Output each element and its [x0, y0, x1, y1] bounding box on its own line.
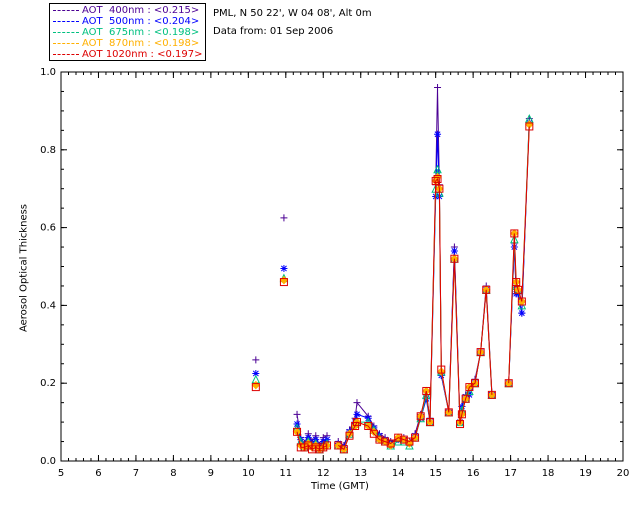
x-axis-title: Time (GMT) [311, 481, 369, 492]
x-tick-label: 12 [317, 468, 330, 479]
data-date: Data from: 01 Sep 2006 [213, 26, 334, 37]
x-tick-label: 6 [95, 468, 101, 479]
legend-swatch [53, 10, 79, 11]
legend-label: AOT 400nm : <0.215> [82, 5, 200, 16]
legend-item: AOT 675nm : <0.198> [50, 27, 207, 38]
x-tick-label: 11 [279, 468, 292, 479]
x-tick-label: 9 [208, 468, 214, 479]
series-line [296, 118, 530, 451]
data-point [293, 410, 301, 418]
data-point [279, 275, 289, 285]
data-point [280, 214, 288, 222]
data-point [450, 247, 458, 255]
y-tick-label: 0.6 [40, 223, 56, 234]
data-point [280, 264, 288, 272]
data-point [434, 130, 442, 138]
series-line [296, 126, 530, 451]
y-tick-label: 0.8 [40, 145, 56, 156]
x-tick-label: 14 [392, 468, 405, 479]
legend: AOT 400nm : <0.215> AOT 500nm : <0.204> … [49, 3, 206, 61]
x-tick-label: 8 [170, 468, 176, 479]
x-tick-label: 13 [354, 468, 367, 479]
legend-item: AOT 1020nm : <0.197> [50, 49, 207, 60]
legend-item: AOT 500nm : <0.204> [50, 16, 207, 27]
series-line [296, 124, 530, 451]
x-tick-label: 10 [242, 468, 255, 479]
x-tick-label: 5 [58, 468, 64, 479]
y-tick-label: 0.0 [40, 456, 56, 467]
x-tick-label: 16 [467, 468, 480, 479]
legend-swatch [53, 54, 79, 55]
legend-item: AOT 400nm : <0.215> [50, 5, 207, 16]
site-location: PML, N 50 22', W 04 08', Alt 0m [213, 8, 372, 19]
plot-frame [60, 71, 624, 462]
data-point [518, 309, 526, 317]
legend-label: AOT 500nm : <0.204> [82, 16, 200, 27]
legend-label: AOT 1020nm : <0.197> [82, 49, 203, 60]
legend-item: AOT 870nm : <0.198> [50, 38, 207, 49]
data-point [252, 356, 260, 364]
x-tick-label: 18 [542, 468, 555, 479]
aot-time-series-chart: 5 6 7 8 9 10 11 12 13 14 15 16 17 18 19 20 0.0 0.2 0.4 0.6 0… [40, 67, 630, 479]
legend-label: AOT 675nm : <0.198> [82, 27, 200, 38]
data-point [353, 410, 361, 418]
x-tick-label: 7 [133, 468, 139, 479]
legend-label: AOT 870nm : <0.198> [82, 38, 200, 49]
legend-swatch [53, 21, 79, 22]
y-tick-label: 0.2 [40, 378, 56, 389]
y-axis-title: Aerosol Optical Thickness [18, 203, 30, 333]
x-tick-label: 20 [617, 468, 630, 479]
y-tick-label: 0.4 [40, 300, 56, 311]
legend-swatch [53, 32, 79, 33]
data-point [434, 84, 442, 92]
x-tick-label: 15 [429, 468, 442, 479]
legend-swatch [53, 43, 79, 44]
x-tick-label: 17 [504, 468, 517, 479]
x-tick-label: 19 [579, 468, 592, 479]
